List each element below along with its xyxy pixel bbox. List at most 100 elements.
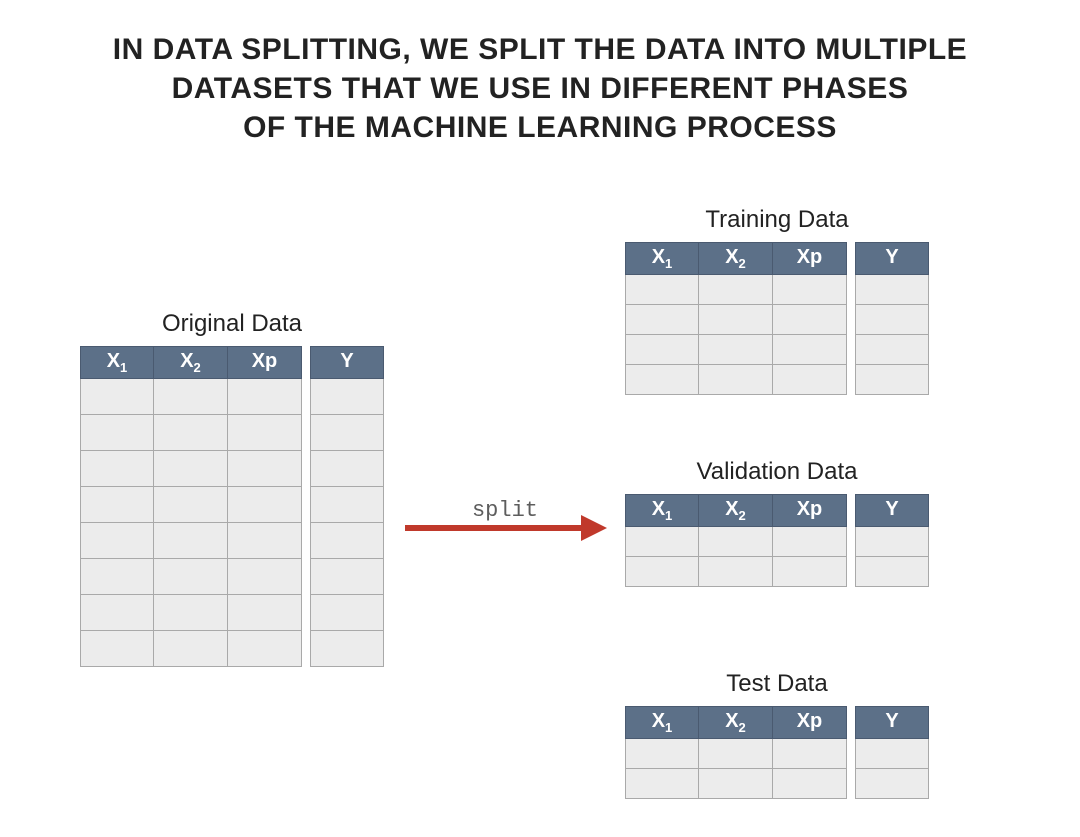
data-cell [773,305,847,335]
column-header: Y [310,346,384,379]
data-cell [773,335,847,365]
column-header: Y [855,242,929,275]
title-line-2: DATASETS THAT WE USE IN DIFFERENT PHASES [172,72,909,105]
data-cell [699,739,773,769]
validation-data-table: X1X2XpY [625,494,929,587]
data-cell [625,305,699,335]
data-cell [855,527,929,557]
data-cell [228,523,302,559]
training-data-group: Training Data X1X2XpY [625,206,929,395]
data-cell [625,275,699,305]
data-cell [310,487,384,523]
data-cell [154,379,228,415]
data-cell [699,527,773,557]
data-cell [228,559,302,595]
title-line-1: IN DATA SPLITTING, WE SPLIT THE DATA INT… [113,33,967,66]
target-table: Y [855,242,929,395]
data-cell [625,335,699,365]
features-table: X1X2Xp [625,706,847,799]
features-table: X1X2Xp [625,242,847,395]
data-cell [773,527,847,557]
column-header: X1 [625,494,699,527]
column-header: Xp [228,346,302,379]
data-cell [699,335,773,365]
training-data-table: X1X2XpY [625,242,929,395]
arrow-icon [405,523,605,533]
features-table: X1X2Xp [625,494,847,587]
column-header: X1 [625,242,699,275]
data-cell [310,631,384,667]
data-cell [855,769,929,799]
data-cell [855,335,929,365]
data-cell [625,557,699,587]
data-cell [310,415,384,451]
validation-data-group: Validation Data X1X2XpY [625,458,929,587]
data-cell [699,275,773,305]
test-data-table: X1X2XpY [625,706,929,799]
data-cell [310,379,384,415]
data-cell [855,557,929,587]
data-cell [80,379,154,415]
training-data-label: Training Data [625,206,929,234]
validation-data-label: Validation Data [625,458,929,486]
target-table: Y [855,494,929,587]
column-header: X2 [699,706,773,739]
data-cell [855,305,929,335]
data-cell [699,769,773,799]
data-cell [855,739,929,769]
data-cell [80,595,154,631]
data-cell [310,559,384,595]
data-cell [154,595,228,631]
data-cell [154,523,228,559]
data-cell [80,631,154,667]
column-header: X1 [625,706,699,739]
original-data-group: Original Data X1X2XpY [80,310,384,667]
title-line-3: OF THE MACHINE LEARNING PROCESS [243,111,837,144]
data-cell [80,415,154,451]
data-cell [228,487,302,523]
features-table: X1X2Xp [80,346,302,667]
data-cell [625,365,699,395]
data-cell [773,769,847,799]
data-cell [699,365,773,395]
column-header: Xp [773,494,847,527]
column-header: Y [855,706,929,739]
data-cell [80,451,154,487]
data-cell [625,527,699,557]
data-cell [228,379,302,415]
diagram-title: IN DATA SPLITTING, WE SPLIT THE DATA INT… [0,30,1080,147]
data-cell [699,305,773,335]
column-header: Xp [773,242,847,275]
data-cell [154,415,228,451]
data-cell [228,631,302,667]
data-cell [855,275,929,305]
data-cell [310,523,384,559]
data-cell [699,557,773,587]
data-cell [154,451,228,487]
data-cell [80,559,154,595]
data-cell [228,451,302,487]
data-cell [228,595,302,631]
column-header: X1 [80,346,154,379]
test-data-label: Test Data [625,670,929,698]
column-header: X2 [154,346,228,379]
data-cell [773,739,847,769]
target-table: Y [855,706,929,799]
data-cell [625,769,699,799]
data-cell [855,365,929,395]
data-cell [773,365,847,395]
split-arrow: split [405,498,605,533]
split-arrow-label: split [405,498,605,523]
data-cell [625,739,699,769]
data-cell [80,487,154,523]
target-table: Y [310,346,384,667]
data-cell [773,275,847,305]
data-cell [310,595,384,631]
column-header: Y [855,494,929,527]
column-header: X2 [699,494,773,527]
test-data-group: Test Data X1X2XpY [625,670,929,799]
data-cell [228,415,302,451]
data-cell [773,557,847,587]
data-cell [80,523,154,559]
column-header: Xp [773,706,847,739]
